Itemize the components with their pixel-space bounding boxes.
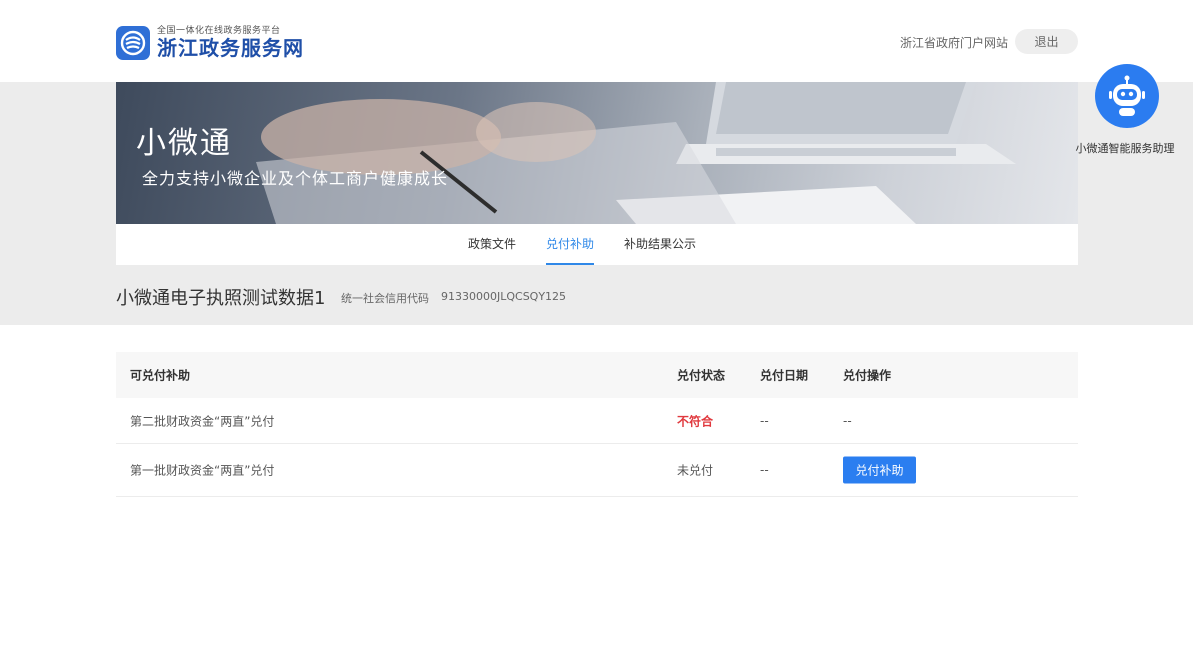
site-logo[interactable]: 全国一体化在线政务服务平台 浙江政务服务网 bbox=[116, 26, 304, 60]
robot-icon[interactable] bbox=[1095, 64, 1159, 128]
logout-button[interactable]: 退出 bbox=[1015, 29, 1078, 54]
col-header-action: 兑付操作 bbox=[843, 368, 892, 383]
logo-title: 浙江政务服务网 bbox=[157, 36, 304, 60]
banner-slogan: 全力支持小微企业及个体工商户健康成长 bbox=[142, 169, 449, 188]
logo-emblem-icon bbox=[116, 26, 150, 60]
assistant-label: 小微通智能服务助理 bbox=[1075, 142, 1175, 155]
tab-result-publicity[interactable]: 补助结果公示 bbox=[624, 224, 696, 265]
status-badge: 不符合 bbox=[677, 414, 714, 428]
col-header-date: 兑付日期 bbox=[760, 368, 809, 383]
banner-title: 小微通 bbox=[136, 126, 232, 161]
table-row: 第一批财政资金“两直”兑付 未兑付 -- 兑付补助 bbox=[116, 444, 1078, 497]
redeem-subsidy-button[interactable]: 兑付补助 bbox=[843, 456, 916, 484]
tab-redeem-subsidy[interactable]: 兑付补助 bbox=[546, 224, 595, 265]
redeem-date: -- bbox=[760, 413, 769, 428]
site-header: 全国一体化在线政务服务平台 浙江政务服务网 浙江省政府门户网站 退出 bbox=[0, 0, 1193, 82]
subsidy-table: 可兑付补助 兑付状态 兑付日期 兑付操作 第二批财政资金“两直”兑付 不符合 -… bbox=[116, 352, 1078, 497]
credit-code-value: 91330000JLQCSQY125 bbox=[441, 290, 567, 303]
col-header-subsidy: 可兑付补助 bbox=[130, 368, 191, 383]
tab-policy-docs[interactable]: 政策文件 bbox=[468, 224, 516, 265]
credit-code-label: 统一社会信用代码 bbox=[341, 292, 429, 305]
subsidy-name: 第二批财政资金“两直”兑付 bbox=[130, 414, 275, 428]
banner-image bbox=[116, 82, 1078, 224]
subsidy-name: 第一批财政资金“两直”兑付 bbox=[130, 463, 275, 478]
table-row: 第二批财政资金“两直”兑付 不符合 -- -- bbox=[116, 398, 1078, 444]
redeem-action: 兑付补助 bbox=[843, 456, 916, 484]
company-name: 小微通电子执照测试数据1 bbox=[116, 288, 326, 309]
status-badge: 未兑付 bbox=[677, 463, 714, 478]
portal-link[interactable]: 浙江省政府门户网站 bbox=[900, 34, 1008, 51]
table-header: 可兑付补助 兑付状态 兑付日期 兑付操作 bbox=[116, 352, 1078, 398]
col-header-status: 兑付状态 bbox=[677, 368, 726, 383]
redeem-action: -- bbox=[843, 413, 852, 428]
redeem-date: -- bbox=[760, 463, 769, 477]
tab-bar: 政策文件 兑付补助 补助结果公示 bbox=[116, 224, 1078, 265]
assistant-widget[interactable]: 小微通智能服务助理 bbox=[1072, 64, 1182, 156]
banner-art bbox=[256, 82, 1016, 224]
